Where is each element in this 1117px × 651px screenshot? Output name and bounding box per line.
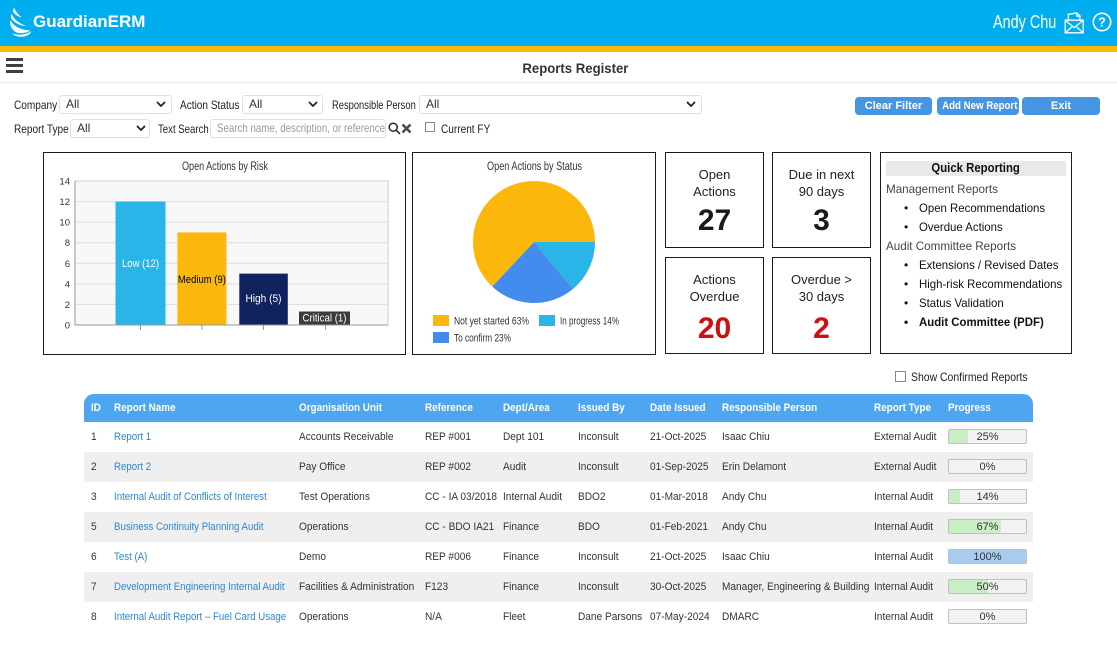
svg-text:4: 4 [65,279,70,290]
svg-text:14: 14 [59,177,70,188]
svg-text:8: 8 [65,238,70,249]
svg-text:Critical (1): Critical (1) [303,313,347,325]
svg-text:?: ? [1098,15,1106,30]
svg-text:Open Actions by Status: Open Actions by Status [487,161,582,173]
svg-text:10: 10 [59,218,70,229]
svg-text:Open Actions by Risk: Open Actions by Risk [182,161,268,173]
svg-text:To confirm 23%: To confirm 23% [454,333,511,345]
svg-text:Low (12): Low (12) [122,258,159,270]
svg-text:In progress 14%: In progress 14% [560,316,619,328]
svg-text:6: 6 [65,259,70,270]
svg-text:Not yet started 63%: Not yet started 63% [454,316,529,328]
svg-text:High (5): High (5) [246,293,282,305]
svg-text:12: 12 [59,197,70,208]
svg-text:Medium (9): Medium (9) [178,274,226,286]
svg-text:2: 2 [65,300,70,311]
svg-text:0: 0 [65,321,70,332]
